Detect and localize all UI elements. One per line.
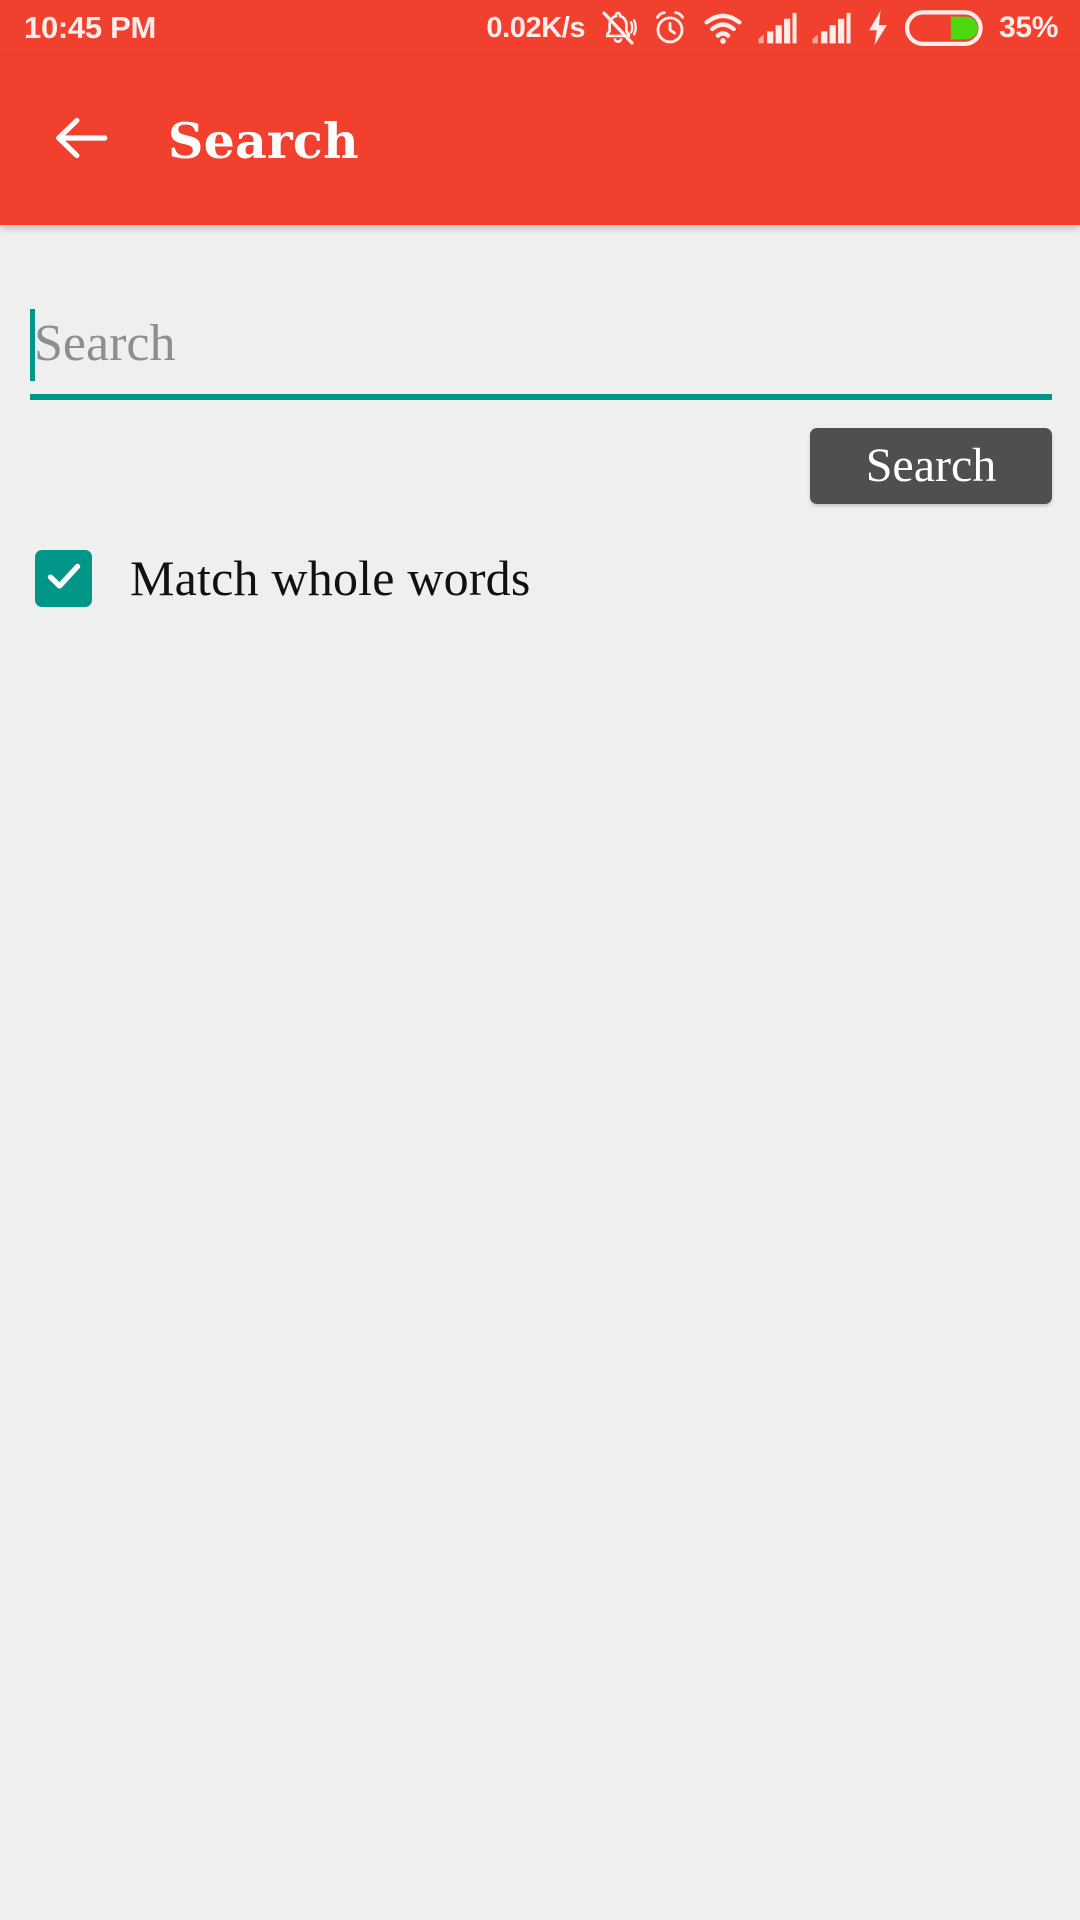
network-speed-indicator: 0.02K/s [486, 11, 586, 44]
signal-bars-sim1-icon [757, 10, 797, 46]
app-bar: Search [0, 56, 1080, 225]
alarm-clock-icon [651, 9, 689, 47]
search-input[interactable] [28, 293, 1052, 393]
signal-bars-sim2-icon [811, 10, 851, 46]
match-whole-words-option[interactable]: Match whole words [35, 549, 531, 607]
bell-muted-icon [599, 9, 638, 47]
search-field-underline [30, 394, 1052, 400]
page-title: Search [168, 111, 359, 170]
main-content: Search Match whole words [0, 293, 1080, 1920]
battery-percentage: 35% [999, 11, 1058, 44]
back-button[interactable] [48, 108, 114, 174]
battery-icon [905, 8, 983, 48]
search-submit-button[interactable]: Search [810, 428, 1052, 504]
search-field [28, 293, 1052, 400]
search-button-row: Search [28, 428, 1052, 504]
arrow-left-icon [50, 107, 112, 174]
status-bar-clock: 10:45 PM [24, 10, 156, 45]
charging-bolt-icon [865, 9, 891, 47]
check-mark-icon [42, 554, 86, 603]
match-whole-words-checkbox[interactable] [35, 549, 92, 607]
status-bar: 10:45 PM 0.02K/s 35% [0, 0, 1080, 56]
wifi-icon [703, 8, 743, 48]
status-bar-icons: 0.02K/s 35% [486, 8, 1058, 48]
match-whole-words-label: Match whole words [130, 550, 531, 606]
